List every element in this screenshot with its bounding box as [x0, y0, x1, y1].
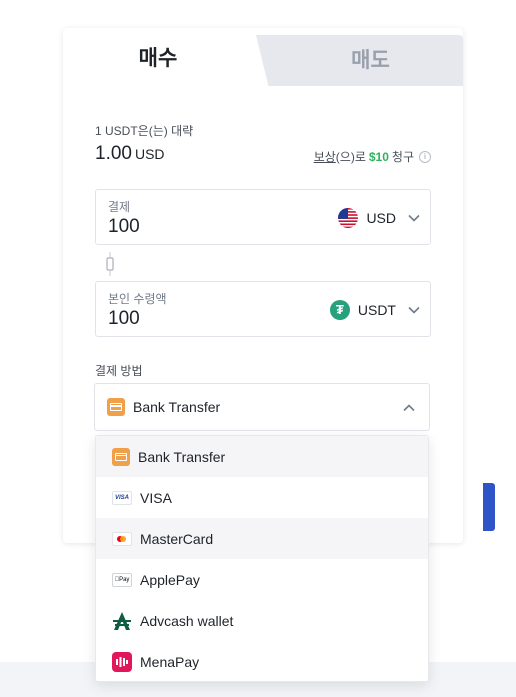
- reward-claim: 보상 (으)로 $10 청구 i: [314, 148, 431, 165]
- pay-label: 결제: [108, 200, 131, 214]
- payment-method-select[interactable]: Bank Transfer: [94, 383, 430, 431]
- dropdown-item-label: ApplePay: [140, 571, 200, 588]
- dropdown-item-visa[interactable]: VISA VISA: [96, 477, 428, 518]
- menapay-icon: [112, 651, 132, 672]
- payment-method-label: 결제 방법: [95, 364, 143, 378]
- receive-currency-code: USDT: [357, 302, 396, 318]
- bank-card-icon: [107, 398, 125, 416]
- rate-amount: 1.00: [95, 143, 132, 164]
- dropdown-item-label: Bank Transfer: [138, 448, 226, 465]
- pay-currency-code: USD: [366, 210, 396, 226]
- chevron-down-icon: [408, 214, 420, 222]
- receive-field: 본인 수령액 ₮ USDT: [95, 281, 431, 337]
- submit-button[interactable]: [483, 483, 495, 531]
- rate-label: 1 USDT은(는) 대략: [95, 124, 194, 138]
- us-flag-icon: [338, 208, 359, 228]
- dropdown-item-label: VISA: [140, 489, 172, 506]
- pay-field: 결제 USD: [95, 189, 431, 245]
- payment-method-selected: Bank Transfer: [133, 399, 221, 415]
- visa-icon: VISA: [112, 490, 132, 505]
- mastercard-icon: [112, 531, 132, 546]
- dropdown-item-label: Advcash wallet: [140, 612, 234, 629]
- pay-amount-input[interactable]: [108, 215, 288, 239]
- receive-currency-select[interactable]: ₮ USDT: [329, 282, 420, 338]
- applepay-icon: Pay: [112, 572, 132, 587]
- tab-sell[interactable]: 매도: [278, 28, 463, 86]
- dropdown-item-bank-transfer[interactable]: Bank Transfer: [96, 436, 428, 477]
- reward-middle: (으)로: [335, 150, 366, 164]
- receive-amount-input[interactable]: [108, 307, 288, 331]
- trade-tabs: 매수 매도: [63, 28, 463, 86]
- reward-link[interactable]: 보상: [314, 148, 336, 165]
- dropdown-item-label: MenaPay: [140, 653, 200, 670]
- rate-unit: USD: [134, 146, 165, 162]
- tab-buy[interactable]: 매수: [63, 28, 253, 86]
- dropdown-item-menapay[interactable]: MenaPay: [96, 641, 428, 682]
- chevron-down-icon: [408, 306, 420, 314]
- advcash-icon: [113, 611, 131, 630]
- applepay-badge-text: Pay: [116, 576, 129, 583]
- info-icon[interactable]: i: [419, 150, 431, 163]
- reward-amount: $10: [368, 149, 389, 164]
- pay-currency-select[interactable]: USD: [338, 190, 420, 246]
- receive-label: 본인 수령액: [108, 292, 167, 306]
- chevron-up-icon: [403, 404, 415, 412]
- reward-suffix: 청구: [391, 150, 414, 164]
- dropdown-item-advcash[interactable]: Advcash wallet: [96, 600, 428, 641]
- payment-method-dropdown: Bank Transfer VISA VISA MasterCard Pay …: [95, 435, 429, 682]
- tether-icon: ₮: [329, 300, 350, 320]
- dropdown-item-label: MasterCard: [140, 530, 214, 547]
- bank-card-icon: [112, 447, 130, 466]
- dropdown-item-applepay[interactable]: Pay ApplePay: [96, 559, 428, 600]
- rate-value: 1.00 USD: [95, 143, 165, 165]
- link-icon: [106, 252, 114, 276]
- dropdown-item-mastercard[interactable]: MasterCard: [96, 518, 428, 559]
